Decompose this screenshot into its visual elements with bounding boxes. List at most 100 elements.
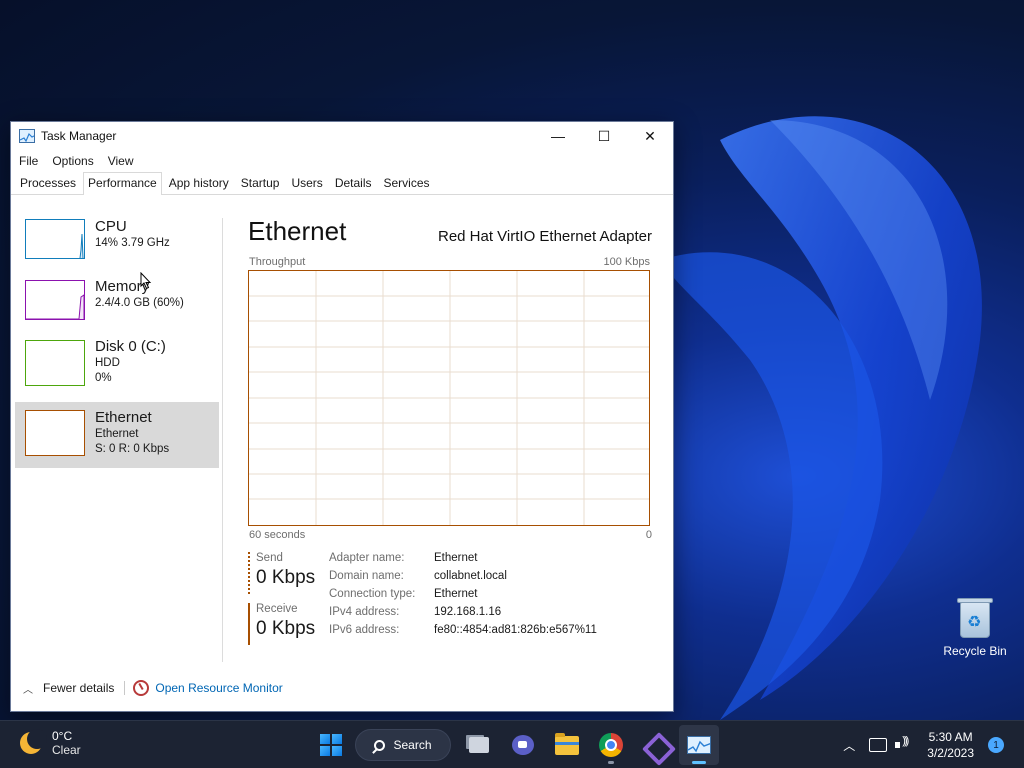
cpu-usage: 14% 3.79 GHz [95,237,170,249]
start-button[interactable] [311,725,351,765]
menu-bar: File Options View [11,150,673,172]
tab-performance[interactable]: Performance [83,172,162,195]
property-key: Adapter name: [329,552,405,564]
weather-condition: Clear [52,743,81,757]
send-indicator [248,552,250,594]
task-manager-icon [19,129,35,143]
ethernet-thumbnail-graph [25,410,85,456]
property-row: IPv6 address: fe80::4854:ad81:826b:e567%… [329,624,597,642]
tab-app-history[interactable]: App history [164,172,234,194]
search-icon [374,739,386,751]
tab-users[interactable]: Users [286,172,327,194]
adapter-name: Red Hat VirtIO Ethernet Adapter [437,228,652,245]
disk-usage: 0% [95,372,112,384]
property-key: IPv4 address: [329,606,400,618]
sidebar-item-ethernet[interactable]: Ethernet Ethernet S: 0 R: 0 Kbps [15,402,219,468]
volume-icon[interactable] [895,735,913,752]
graph-label: Throughput [249,256,306,268]
graph-time-end: 0 [645,529,652,541]
window-title: Task Manager [41,129,117,143]
task-manager-taskbar-button[interactable] [679,725,719,765]
system-tray: ︿ 5:30 AM 3/2/2023 1 [843,721,1024,768]
fewer-details-label: Fewer details [43,681,115,695]
chat-icon [512,735,534,755]
menu-view[interactable]: View [108,154,134,168]
sidebar-item-disk[interactable]: Disk 0 (C:) HDD 0% [15,338,219,402]
file-explorer-button[interactable] [547,725,587,765]
property-value: 192.168.1.16 [434,606,502,618]
ethernet-throughput: S: 0 R: 0 Kbps [95,443,170,455]
clock[interactable]: 5:30 AM 3/2/2023 [927,729,974,761]
sidebar-item-cpu[interactable]: CPU 14% 3.79 GHz [15,218,219,278]
chat-button[interactable] [503,725,543,765]
panel-divider[interactable] [222,218,223,662]
visual-studio-button[interactable] [635,725,675,765]
cpu-thumbnail-graph [25,219,85,259]
task-manager-icon [687,736,711,754]
chrome-button[interactable] [591,725,631,765]
property-row: Connection type: Ethernet [329,588,597,606]
disk-label: Disk 0 (C:) [95,338,166,355]
show-hidden-icons-chevron-icon[interactable]: ︿ [843,737,855,754]
clock-time: 5:30 AM [928,730,973,744]
moon-icon [20,729,47,754]
folder-icon [555,732,579,755]
taskbar-apps: Search [311,725,723,765]
receive-stat: Receive 0 Kbps [248,603,320,645]
search-button[interactable]: Search [355,729,451,761]
weather-widget[interactable]: 0°C Clear [20,729,81,757]
property-value: Ethernet [434,588,478,600]
property-row: Domain name: collabnet.local [329,570,597,588]
receive-value: 0 Kbps [256,618,316,639]
sidebar-item-memory[interactable]: Memory 2.4/4.0 GB (60%) [15,278,219,338]
throughput-grid [249,271,649,525]
property-value: collabnet.local [434,570,507,582]
task-view-button[interactable] [459,725,499,765]
menu-file[interactable]: File [19,154,38,168]
mouse-cursor-icon [140,272,152,290]
property-key: IPv6 address: [329,624,400,636]
send-label: Send [256,552,283,564]
recycle-bin-label: Recycle Bin [943,644,1007,658]
tab-details[interactable]: Details [330,172,377,194]
disk-type: HDD [95,357,120,369]
search-label: Search [393,738,432,752]
adapter-properties: Adapter name: Ethernet Domain name: coll… [329,552,597,642]
memory-thumbnail-graph [25,280,85,320]
cpu-label: CPU [95,218,127,235]
minimize-button[interactable]: — [535,122,581,150]
clock-date: 3/2/2023 [927,746,974,760]
window-footer: ︿ Fewer details Open Resource Monitor [11,665,673,711]
property-key: Domain name: [329,570,404,582]
throughput-graph [248,270,650,526]
maximize-button[interactable]: ☐ [581,122,627,150]
ethernet-sublabel: Ethernet [95,428,139,440]
memory-usage: 2.4/4.0 GB (60%) [95,297,184,309]
close-button[interactable]: ✕ [627,122,673,150]
taskbar: 0°C Clear Search ︿))) 5:30 AM 3/2/2023 … [0,720,1024,768]
tab-startup[interactable]: Startup [236,172,285,194]
send-stat: Send 0 Kbps [248,552,320,594]
performance-sidebar: CPU 14% 3.79 GHz Memory 2.4/4.0 GB (60%)… [15,218,219,468]
menu-options[interactable]: Options [52,154,93,168]
footer-separator [124,681,126,695]
weather-temperature: 0°C [52,729,73,743]
recycle-bin-shortcut[interactable]: ♻ Recycle Bin [940,596,1010,658]
tab-processes[interactable]: Processes [15,172,81,194]
windows-logo-icon [320,734,342,756]
tab-services[interactable]: Services [379,172,435,194]
property-value: fe80::4854:ad81:826b:e567%11 [434,624,597,636]
notification-badge[interactable]: 1 [988,737,1004,753]
property-row: IPv4 address: 192.168.1.16 [329,606,597,624]
open-resource-monitor-link[interactable]: Open Resource Monitor [155,681,282,695]
property-key: Connection type: [329,588,416,600]
title-bar[interactable]: Task Manager — ☐ ✕ [11,122,673,150]
fewer-details-button[interactable]: ︿ Fewer details [23,681,114,696]
resource-monitor-icon [133,680,150,696]
send-value: 0 Kbps [256,567,316,588]
network-icon[interactable] [869,738,888,752]
ethernet-label: Ethernet [95,409,152,426]
chevron-up-icon: ︿ [23,684,33,696]
recycle-bin-icon: ♻ [957,596,993,638]
graph-max: 100 Kbps [603,256,650,268]
